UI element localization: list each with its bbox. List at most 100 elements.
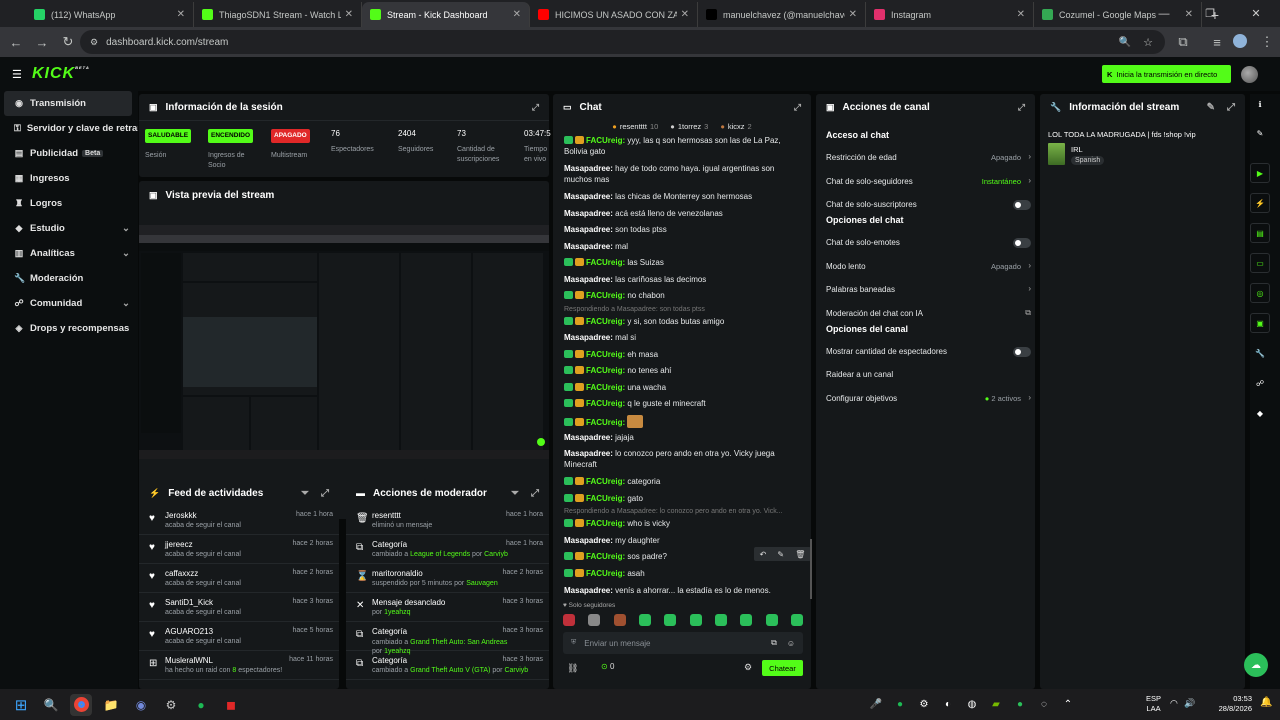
top-chatter[interactable]: ● kicxz 2 <box>720 122 751 134</box>
chat-username[interactable]: Masapadree: <box>564 275 613 284</box>
emote-icon[interactable] <box>613 614 626 626</box>
channel-setting-row[interactable]: Moderación del chat con IA ⧉ <box>826 308 1031 321</box>
chat-message[interactable]: Masapadree: mal si <box>564 332 802 343</box>
app-red-icon[interactable]: ◼ <box>220 694 242 716</box>
kick-logo[interactable]: KICKBETA <box>32 65 90 83</box>
chat-username[interactable]: Masapadree: <box>564 225 613 234</box>
feed-username[interactable]: MusleralWNL <box>165 656 213 665</box>
browser-tab[interactable]: Instagram ✕ <box>866 2 1034 27</box>
tray-settings-icon[interactable]: ⚙ <box>916 697 932 713</box>
tab-close-icon[interactable]: ✕ <box>1017 9 1025 20</box>
filter-icon[interactable]: ⏷ <box>301 488 309 499</box>
rail-box-icon[interactable]: ▣ <box>1250 313 1270 333</box>
channel-setting-row[interactable]: Modo lento Apagado › <box>826 261 1031 274</box>
sidebar-item-drops[interactable]: ◈ Drops y recompensas <box>0 316 138 341</box>
delete-icon[interactable]: 🗑 <box>795 550 805 559</box>
rail-users-icon[interactable]: ☍ <box>1250 373 1270 393</box>
chat-message[interactable]: Masapadree: lo conozco pero ando en otra… <box>564 448 802 470</box>
expand-icon[interactable]: ⤢ <box>531 488 539 499</box>
chevron-down-icon[interactable]: ⌄ <box>122 248 130 259</box>
chat-username[interactable]: FACUreig: <box>586 317 625 326</box>
chat-message[interactable]: Masapadree: las cariñosas las decimos <box>564 274 802 285</box>
send-chat-button[interactable]: Chatear <box>762 660 803 676</box>
chat-message[interactable]: FACUreig: yyy, las q son hermosas son la… <box>564 135 802 157</box>
toggle-switch[interactable] <box>1013 238 1031 248</box>
back-icon[interactable]: ← <box>3 29 29 55</box>
chat-message[interactable]: FACUreig: q le guste el minecraft <box>564 398 802 409</box>
chat-username[interactable]: FACUreig: <box>586 383 625 392</box>
language-indicator[interactable]: ESP LAA <box>1146 694 1161 714</box>
maximize-button[interactable]: ❐ <box>1187 0 1233 27</box>
clock[interactable]: 03:53 28/8/2026 <box>1200 694 1252 714</box>
tab-close-icon[interactable]: ✕ <box>513 9 521 20</box>
expand-icon[interactable]: ⤢ <box>532 102 539 113</box>
browser-tab[interactable]: Stream - Kick Dashboard ✕ <box>362 2 530 27</box>
emote-icon[interactable] <box>689 614 702 626</box>
tray-spotify-icon[interactable]: ● <box>892 697 908 713</box>
chat-username[interactable]: Masapadree: <box>564 242 613 251</box>
stream-preview-video[interactable] <box>139 225 549 459</box>
rail-chat-icon[interactable]: ▭ <box>1250 253 1270 273</box>
chevron-down-icon[interactable]: ⌄ <box>122 298 130 309</box>
browser-tab[interactable]: ThiagoSDN1 Stream - Watch Li ✕ <box>194 2 362 27</box>
sidebar-item-publicidad[interactable]: ▤ Publicidad Beta <box>0 141 138 166</box>
media-control-icon[interactable]: ≡ <box>1204 29 1230 55</box>
tab-close-icon[interactable]: ✕ <box>849 9 857 20</box>
chat-username[interactable]: Masapadree: <box>564 209 613 218</box>
chat-message[interactable]: Masapadree: acá está lleno de venezolana… <box>564 208 802 219</box>
top-chatter[interactable]: ● 1torrez 3 <box>670 122 708 134</box>
reload-icon[interactable]: ↻ <box>55 29 81 55</box>
forward-icon[interactable]: → <box>29 29 55 55</box>
channel-setting-row[interactable]: Chat de solo-suscriptores <box>826 200 1031 212</box>
chat-message[interactable]: Masapadree: my daughter <box>564 535 802 546</box>
browser-tab[interactable]: (112) WhatsApp ✕ <box>26 2 194 27</box>
bookmark-star-icon[interactable]: ☆ <box>1143 36 1153 49</box>
chat-message[interactable]: FACUreig: categoria <box>564 476 802 487</box>
feed-username[interactable]: jjereecz <box>165 540 193 549</box>
chat-message[interactable]: Masapadree: venís a ahorrar... la estadí… <box>564 585 802 595</box>
chat-username[interactable]: Masapadree: <box>564 192 613 201</box>
emote-icon[interactable] <box>714 614 727 626</box>
chat-username[interactable]: FACUreig: <box>586 477 625 486</box>
filter-icon[interactable]: ⏷ <box>511 488 519 499</box>
chat-username[interactable]: FACUreig: <box>586 552 625 561</box>
expand-icon[interactable]: ⤢ <box>321 488 329 499</box>
tray-shield-icon[interactable]: ◌ <box>1036 697 1052 713</box>
rail-video-icon[interactable]: ▶ <box>1250 163 1270 183</box>
chat-username[interactable]: Masapadree: <box>564 536 613 545</box>
smiley-icon[interactable]: ☺ <box>787 639 795 648</box>
emote-icon[interactable]: ⧉ <box>771 638 777 648</box>
spotify-icon[interactable]: ● <box>190 694 212 716</box>
sidebar-item-ingresos[interactable]: ▦ Ingresos <box>0 166 138 191</box>
chat-username[interactable]: Masapadree: <box>564 333 613 342</box>
emote-icon[interactable] <box>638 614 651 626</box>
category-label[interactable]: IRL <box>1071 145 1083 154</box>
chat-message[interactable]: FACUreig: asah <box>564 568 802 579</box>
channel-setting-row[interactable]: Chat de solo-seguidores Instantáneo › <box>826 176 1031 189</box>
file-explorer-icon[interactable]: 📁 <box>100 694 122 716</box>
sidebar-item-comunidad[interactable]: ☍ Comunidad ⌄ <box>0 291 138 316</box>
emote-icon[interactable] <box>563 614 575 626</box>
chat-message[interactable]: FACUreig: eh masa <box>564 349 802 360</box>
chat-message[interactable]: FACUreig: y si, son todas butas amigo <box>564 316 802 327</box>
wifi-icon[interactable]: ◠ <box>1170 698 1178 709</box>
extensions-icon[interactable]: ⧉ <box>1170 29 1196 55</box>
tab-close-icon[interactable]: ✕ <box>681 9 689 20</box>
rail-wrench-icon[interactable]: 🔧 <box>1250 343 1270 363</box>
browser-tab[interactable]: HICIMOS UN ASADO CON ZAR ✕ <box>530 2 698 27</box>
chat-username[interactable]: FACUreig: <box>586 569 625 578</box>
chat-username[interactable]: FACUreig: <box>586 258 625 267</box>
chat-message[interactable]: FACUreig: una wacha <box>564 382 802 393</box>
volume-icon[interactable]: 🔊 <box>1184 698 1195 709</box>
chat-username[interactable]: Masapadree: <box>564 586 613 595</box>
nvidia-icon[interactable]: ▰ <box>988 697 1004 713</box>
tab-close-icon[interactable]: ✕ <box>177 9 185 20</box>
chat-username[interactable]: FACUreig: <box>586 350 625 359</box>
chat-message[interactable]: Masapadree: mal <box>564 241 802 252</box>
zoom-icon[interactable]: 🔍 <box>1119 37 1131 48</box>
chat-input[interactable]: ⛨ Enviar un mensaje ⧉ ☺ <box>563 632 803 654</box>
chat-username[interactable]: Masapadree: <box>564 164 613 173</box>
chat-username[interactable]: FACUreig: <box>586 399 625 408</box>
windows-start-icon[interactable]: ⊞ <box>10 694 32 716</box>
chat-message[interactable]: FACUreig: gato <box>564 493 802 504</box>
